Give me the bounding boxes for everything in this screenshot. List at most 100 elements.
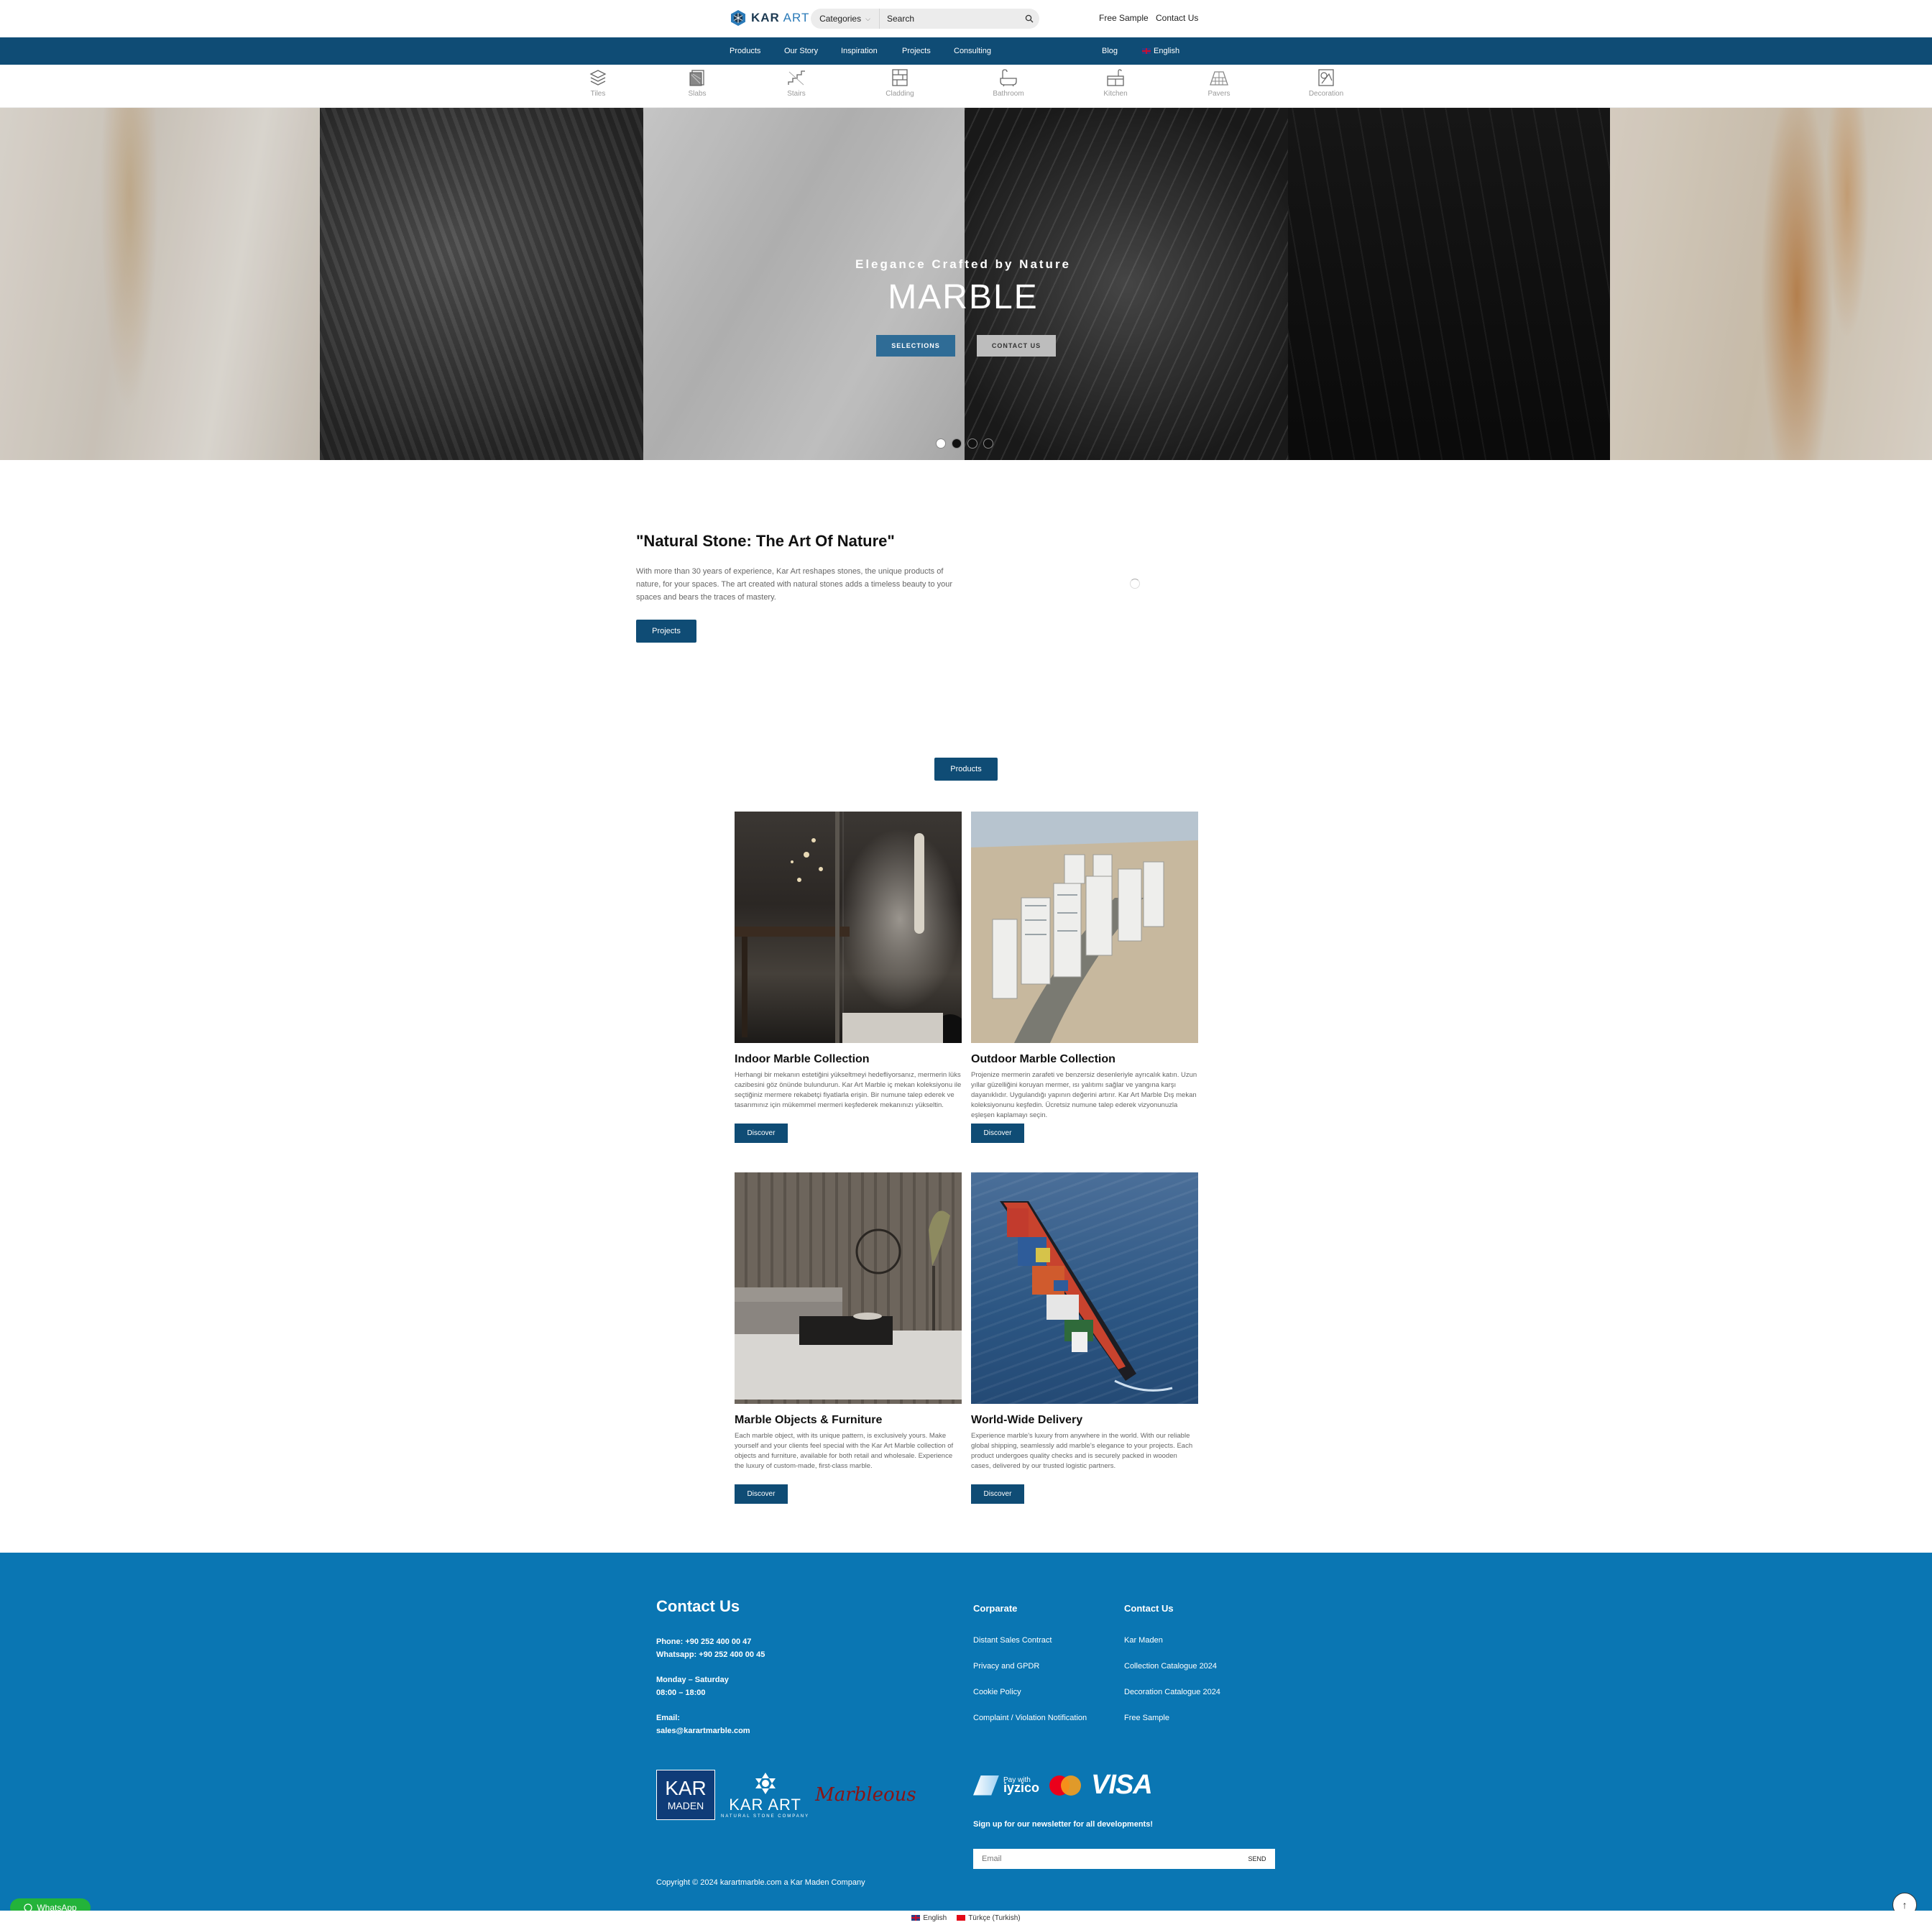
footer-contact-title: Contact Us bbox=[656, 1597, 740, 1615]
main-nav: Products Our Story Inspiration Projects … bbox=[0, 37, 1932, 65]
bathroom-icon bbox=[1000, 69, 1017, 87]
nav-consulting[interactable]: Consulting bbox=[954, 47, 991, 55]
nav-inspiration[interactable]: Inspiration bbox=[841, 47, 878, 55]
logo-icon bbox=[731, 10, 745, 26]
kar-art-emblem-icon bbox=[755, 1773, 776, 1794]
contact-us-link[interactable]: Contact Us bbox=[1156, 13, 1198, 23]
hero-title: MARBLE bbox=[888, 278, 1039, 316]
outdoor-marble-image bbox=[971, 812, 1198, 1043]
slider-dots bbox=[936, 438, 993, 449]
language-selector[interactable]: English bbox=[1142, 47, 1179, 55]
category-label: Pavers bbox=[1208, 90, 1230, 98]
categories-dropdown[interactable]: Categories ⌵ bbox=[811, 9, 880, 29]
copyright: Copyright © 2024 karartmarble.com a Kar … bbox=[656, 1878, 865, 1887]
kar-art-logo[interactable]: KAR ART NATURAL STONE COMPANY bbox=[721, 1771, 809, 1819]
iyzico-logo: Pay with iyzico bbox=[973, 1775, 1039, 1796]
product-description: Experience marble's luxury from anywhere… bbox=[971, 1432, 1193, 1470]
indoor-marble-image bbox=[735, 812, 962, 1043]
products-button[interactable]: Products bbox=[934, 758, 998, 781]
product-description: Each marble object, with its unique patt… bbox=[735, 1432, 954, 1470]
cookie-policy-link[interactable]: Cookie Policy bbox=[973, 1688, 1021, 1696]
turkey-flag-icon bbox=[957, 1914, 966, 1921]
categories-label: Categories bbox=[819, 14, 862, 24]
footer-whatsapp[interactable]: Whatsapp: +90 252 400 00 45 bbox=[656, 1650, 765, 1659]
marbleous-logo[interactable]: Marbleous bbox=[815, 1784, 916, 1806]
product-card-indoor: Indoor Marble Collection Herhangi bir me… bbox=[735, 812, 962, 1143]
nav-blog[interactable]: Blog bbox=[1102, 47, 1118, 55]
product-description: Herhangi bir mekanın estetiğini yükseltm… bbox=[735, 1071, 962, 1109]
furniture-image bbox=[735, 1172, 962, 1404]
discover-button[interactable]: Discover bbox=[735, 1484, 788, 1504]
category-cladding[interactable]: Cladding bbox=[871, 68, 929, 98]
partner-logos: KAR MADEN KAR ART NATURAL STONE COMPANY M… bbox=[656, 1770, 916, 1820]
nav-projects[interactable]: Projects bbox=[902, 47, 931, 55]
selections-button[interactable]: SELECTIONS bbox=[876, 335, 955, 357]
nav-products[interactable]: Products bbox=[730, 47, 760, 55]
product-description: Projenize mermerin zarafeti ve benzersiz… bbox=[971, 1071, 1197, 1119]
search-input[interactable] bbox=[880, 14, 1019, 24]
category-stairs[interactable]: Stairs bbox=[768, 68, 825, 98]
uk-flag-icon bbox=[1142, 48, 1151, 55]
slider-dot[interactable] bbox=[952, 438, 962, 449]
intro-text: With more than 30 years of experience, K… bbox=[636, 567, 953, 602]
distant-sales-link[interactable]: Distant Sales Contract bbox=[973, 1636, 1052, 1645]
search-icon[interactable] bbox=[1019, 9, 1039, 29]
contact-heading: Contact Us bbox=[1124, 1603, 1174, 1614]
category-pavers[interactable]: Pavers bbox=[1190, 68, 1248, 98]
projects-button[interactable]: Projects bbox=[636, 620, 696, 643]
logo[interactable]: KAR ART bbox=[730, 9, 809, 27]
product-title: World-Wide Delivery bbox=[971, 1414, 1083, 1426]
product-title: Indoor Marble Collection bbox=[735, 1053, 870, 1065]
category-label: Stairs bbox=[787, 90, 806, 98]
payment-logos: Pay with iyzico VISA bbox=[973, 1770, 1153, 1801]
footer-free-sample-link[interactable]: Free Sample bbox=[1124, 1714, 1169, 1722]
collection-catalogue-link[interactable]: Collection Catalogue 2024 bbox=[1124, 1662, 1217, 1671]
category-decoration[interactable]: Decoration bbox=[1297, 68, 1355, 98]
slider-dot[interactable] bbox=[936, 438, 946, 449]
loading-spinner-icon bbox=[1130, 579, 1140, 589]
newsletter-form: SEND bbox=[973, 1849, 1275, 1869]
nav-our-story[interactable]: Our Story bbox=[784, 47, 818, 55]
category-tiles[interactable]: Tiles bbox=[569, 68, 627, 98]
product-title: Marble Objects & Furniture bbox=[735, 1414, 883, 1426]
footer: Contact Us Phone: +90 252 400 00 47 What… bbox=[0, 1553, 1932, 1911]
discover-button[interactable]: Discover bbox=[971, 1484, 1024, 1504]
newsletter-send-button[interactable]: SEND bbox=[1239, 1849, 1275, 1869]
category-bar: Tiles Slabs Stairs Cladding Bathroom Kit… bbox=[0, 65, 1932, 108]
tiles-icon bbox=[589, 70, 607, 86]
slider-dot[interactable] bbox=[967, 438, 978, 449]
lang-english[interactable]: English bbox=[911, 1914, 947, 1922]
product-card-delivery: World-Wide Delivery Experience marble's … bbox=[971, 1172, 1198, 1504]
decoration-catalogue-link[interactable]: Decoration Catalogue 2024 bbox=[1124, 1688, 1220, 1696]
footer-phone[interactable]: Phone: +90 252 400 00 47 bbox=[656, 1637, 751, 1646]
kar-maden-logo[interactable]: KAR MADEN bbox=[656, 1770, 715, 1820]
discover-button[interactable]: Discover bbox=[735, 1124, 788, 1143]
complaint-link[interactable]: Complaint / Violation Notification bbox=[973, 1714, 1087, 1722]
slider-dot[interactable] bbox=[983, 438, 993, 449]
category-bathroom[interactable]: Bathroom bbox=[980, 68, 1037, 98]
lang-turkish[interactable]: Türkçe (Turkish) bbox=[957, 1914, 1021, 1922]
newsletter-email-input[interactable] bbox=[973, 1849, 1239, 1869]
category-label: Tiles bbox=[590, 90, 606, 98]
footer-days: Monday – Saturday bbox=[656, 1676, 729, 1684]
decoration-icon bbox=[1318, 69, 1334, 86]
hero-contact-button[interactable]: CONTACT US bbox=[977, 335, 1056, 357]
logo-text: KAR ART bbox=[751, 11, 810, 24]
corporate-heading: Corparate bbox=[973, 1603, 1018, 1614]
language-label: English bbox=[1154, 47, 1180, 55]
category-label: Cladding bbox=[886, 90, 914, 98]
category-label: Decoration bbox=[1308, 90, 1344, 98]
arrow-up-icon: ↑ bbox=[1902, 1899, 1908, 1911]
category-kitchen[interactable]: Kitchen bbox=[1087, 68, 1144, 98]
intro-title: "Natural Stone: The Art Of Nature" bbox=[636, 532, 895, 550]
product-title: Outdoor Marble Collection bbox=[971, 1053, 1116, 1065]
category-slabs[interactable]: Slabs bbox=[668, 68, 726, 98]
discover-button[interactable]: Discover bbox=[971, 1124, 1024, 1143]
pavers-icon bbox=[1210, 71, 1228, 86]
cargo-ship-image bbox=[971, 1172, 1198, 1404]
product-card-outdoor: Outdoor Marble Collection Projenize merm… bbox=[971, 812, 1198, 1143]
kar-maden-link[interactable]: Kar Maden bbox=[1124, 1636, 1163, 1645]
footer-email[interactable]: sales@karartmarble.com bbox=[656, 1727, 750, 1735]
free-sample-link[interactable]: Free Sample bbox=[1099, 13, 1149, 23]
privacy-link[interactable]: Privacy and GPDR bbox=[973, 1662, 1039, 1671]
